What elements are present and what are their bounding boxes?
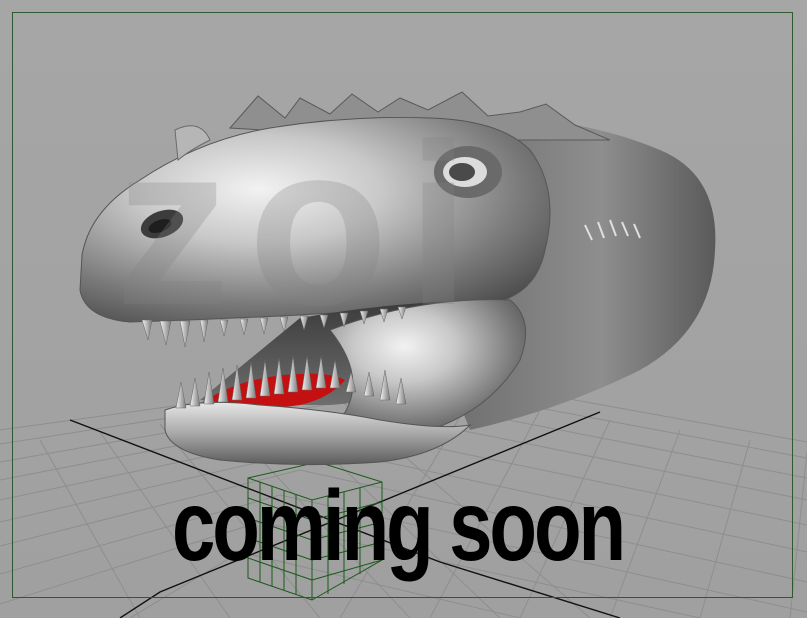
coming-soon-caption: coming soon [172, 470, 626, 582]
watermark-text: zoi [115, 96, 489, 353]
3d-viewport[interactable]: zoi coming soon [0, 0, 807, 618]
